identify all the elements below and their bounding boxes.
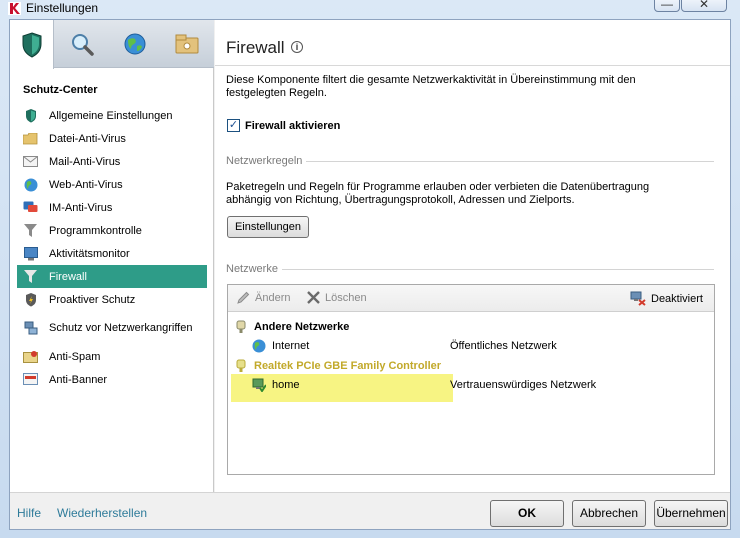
- sidebar-item-anti-spam[interactable]: Anti-Spam: [17, 345, 207, 368]
- sidebar-item-datei-anti-virus[interactable]: Datei-Anti-Virus: [17, 127, 207, 150]
- sidebar-item-schutz-vor-netzwerkangriffen[interactable]: Schutz vor Netzwerkangriffen: [17, 311, 207, 345]
- firewall-icon: [23, 269, 38, 284]
- adapter-icon: [234, 359, 248, 373]
- sidebar-item-web-anti-virus[interactable]: Web-Anti-Virus: [17, 173, 207, 196]
- search-tab-icon: [72, 34, 94, 56]
- kaspersky-logo-icon: [8, 2, 21, 15]
- enable-firewall-checkbox[interactable]: ✓: [227, 119, 240, 132]
- close-button[interactable]: ✕: [681, 0, 727, 12]
- list-item-adapter[interactable]: Realtek PCIe GBE Family Controller: [234, 357, 441, 375]
- edit-label: Ändern: [255, 291, 291, 304]
- component-description: Diese Komponente filtert die gesamte Net…: [226, 74, 636, 99]
- sidebar-item-label: Datei-Anti-Virus: [49, 132, 126, 145]
- info-icon[interactable]: i: [291, 41, 303, 53]
- sidebar-item-label: Aktivitätsmonitor: [49, 247, 130, 260]
- sidebar-item-label: Web-Anti-Virus: [49, 178, 123, 191]
- networks-group-title: Netzwerke: [226, 263, 282, 275]
- pencil-icon: [237, 291, 250, 304]
- tab-protection[interactable]: [10, 20, 54, 69]
- list-item-internet[interactable]: Internet Öffentliches Netzwerk: [252, 337, 712, 355]
- enable-firewall-label: Firewall aktivieren: [245, 119, 341, 132]
- filter-icon: [23, 223, 38, 238]
- sidebar-item-programmkontrolle[interactable]: Programmkontrolle: [17, 219, 207, 242]
- network-status: Öffentliches Netzwerk: [450, 340, 557, 352]
- networks-toolbar: Ändern Löschen Deaktiviert: [228, 285, 714, 312]
- sidebar-item-label: Programmkontrolle: [49, 224, 142, 237]
- sidebar: Schutz-Center Allgemeine Einstellungen D…: [10, 20, 214, 492]
- sidebar-item-label: Proaktiver Schutz: [49, 293, 136, 306]
- main-panel: Firewall i Diese Komponente filtert die …: [215, 20, 730, 492]
- enable-firewall-row[interactable]: ✓ Firewall aktivieren: [227, 119, 340, 132]
- sidebar-item-label: Schutz vor Netzwerkangriffen: [49, 322, 193, 334]
- disabled-label: Deaktiviert: [651, 292, 703, 305]
- sidebar-item-firewall[interactable]: Firewall: [17, 265, 207, 288]
- sidebar-item-label: Firewall: [49, 270, 87, 283]
- list-item-home[interactable]: home Vertrauenswürdiges Netzwerk: [252, 376, 712, 394]
- folder-icon: [23, 131, 38, 146]
- rules-group-title: Netzwerkregeln: [226, 155, 307, 167]
- anti-spam-icon: [23, 349, 38, 364]
- trusted-network-icon: [252, 378, 266, 392]
- edit-button[interactable]: Ändern: [237, 291, 290, 304]
- sidebar-nav: Allgemeine Einstellungen Datei-Anti-Viru…: [17, 104, 207, 391]
- sidebar-item-mail-anti-virus[interactable]: Mail-Anti-Virus: [17, 150, 207, 173]
- delete-icon: [307, 291, 320, 304]
- apply-button[interactable]: Übernehmen: [654, 500, 728, 527]
- network-attack-icon: [23, 321, 38, 336]
- delete-button[interactable]: Löschen: [307, 291, 367, 304]
- globe-icon: [23, 177, 38, 192]
- title-bar: Einstellungen — ✕: [0, 0, 740, 18]
- mail-icon: [23, 154, 38, 169]
- title-divider: [215, 65, 730, 66]
- tab-scan[interactable]: [60, 20, 104, 68]
- network-disabled-icon: [630, 291, 646, 306]
- network-group-icon: [234, 320, 248, 334]
- protection-tab-icon: [22, 31, 41, 58]
- sidebar-tabs: [10, 20, 214, 69]
- settings-button[interactable]: Einstellungen: [227, 216, 309, 238]
- chat-icon: [23, 200, 38, 215]
- dialog-client: Schutz-Center Allgemeine Einstellungen D…: [9, 19, 731, 530]
- proactive-shield-icon: [23, 292, 38, 307]
- help-link[interactable]: Hilfe: [17, 506, 41, 520]
- sidebar-item-label: Anti-Spam: [49, 350, 101, 363]
- networks-list: Ändern Löschen Deaktiviert Andere Netzwe…: [227, 284, 715, 475]
- restore-link[interactable]: Wiederherstellen: [57, 506, 147, 520]
- sidebar-item-label: IM-Anti-Virus: [49, 201, 113, 214]
- disabled-toggle[interactable]: Deaktiviert: [630, 291, 703, 306]
- sidebar-item-label: Anti-Banner: [49, 373, 108, 386]
- monitor-icon: [23, 246, 38, 261]
- sidebar-item-anti-banner[interactable]: Anti-Banner: [17, 368, 207, 391]
- settings-window: Einstellungen — ✕ Schutz-Center Allgemei…: [0, 0, 740, 538]
- sidebar-item-allgemeine-einstellungen[interactable]: Allgemeine Einstellungen: [17, 104, 207, 127]
- tab-update[interactable]: [113, 20, 157, 68]
- network-name: Realtek PCIe GBE Family Controller: [254, 360, 442, 372]
- shield-icon: [23, 108, 38, 123]
- page-title: Firewall: [226, 38, 285, 57]
- sidebar-item-aktivitaetsmonitor[interactable]: Aktivitätsmonitor: [17, 242, 207, 265]
- sidebar-item-proaktiver-schutz[interactable]: Proaktiver Schutz: [17, 288, 207, 311]
- settings-tab-icon: [175, 34, 199, 54]
- delete-label: Löschen: [325, 291, 367, 304]
- tab-advanced[interactable]: [165, 20, 209, 68]
- ok-button[interactable]: OK: [490, 500, 564, 527]
- minimize-button[interactable]: —: [654, 0, 680, 12]
- window-title: Einstellungen: [26, 1, 99, 15]
- sidebar-heading: Schutz-Center: [23, 84, 98, 96]
- network-status: Vertrauenswürdiges Netzwerk: [450, 379, 597, 391]
- network-name: home: [272, 379, 300, 391]
- anti-banner-icon: [23, 372, 38, 387]
- sidebar-item-label: Allgemeine Einstellungen: [49, 109, 173, 122]
- sidebar-item-im-anti-virus[interactable]: IM-Anti-Virus: [17, 196, 207, 219]
- rules-group-description: Paketregeln und Regeln für Programme erl…: [226, 181, 650, 206]
- cancel-button[interactable]: Abbrechen: [572, 500, 646, 527]
- dialog-footer: Hilfe Wiederherstellen OK Abbrechen Über…: [10, 492, 730, 529]
- update-tab-icon: [124, 33, 146, 55]
- globe-icon: [252, 339, 266, 353]
- network-name: Internet: [272, 340, 310, 352]
- sidebar-item-label: Mail-Anti-Virus: [49, 155, 121, 168]
- network-name: Andere Netzwerke: [254, 321, 350, 333]
- list-item-group[interactable]: Andere Netzwerke: [234, 318, 349, 336]
- networks-group-divider: [226, 269, 714, 270]
